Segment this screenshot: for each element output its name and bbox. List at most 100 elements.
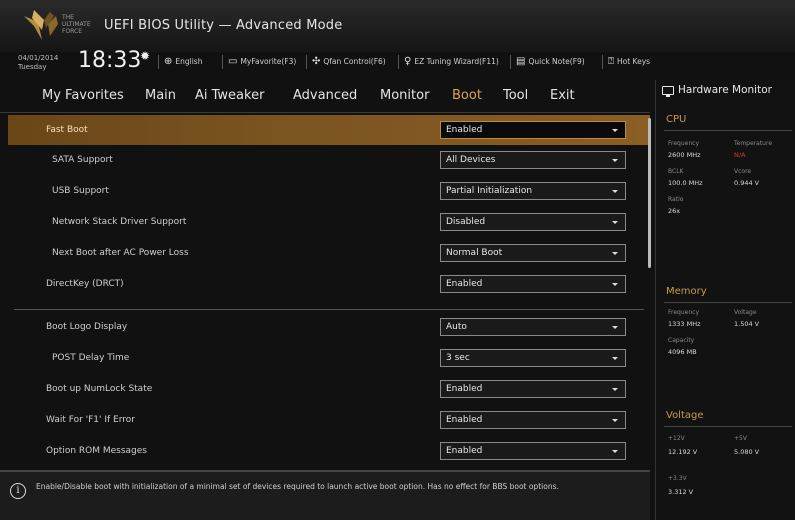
- menu-tabs: My Favorites Main Ai Tweaker Advanced Mo…: [8, 82, 648, 110]
- app-title: UEFI BIOS Utility — Advanced Mode: [104, 18, 343, 33]
- bclk-label: BCLK: [668, 168, 684, 175]
- setting-row-fast-boot[interactable]: Fast Boot Enabled: [8, 115, 650, 145]
- divider: [664, 426, 792, 427]
- setting-row-network-stack[interactable]: Network Stack Driver Support Disabled: [8, 207, 650, 237]
- setting-dropdown[interactable]: Partial Initialization: [440, 182, 626, 200]
- ez-tuning-wizard-button[interactable]: ♀ EZ Tuning Wizard(F11): [404, 56, 499, 67]
- globe-icon: ⊕: [164, 56, 173, 67]
- hardware-monitor-title: Hardware Monitor: [662, 84, 772, 97]
- chevron-down-icon: [612, 252, 618, 255]
- qfan-control-button[interactable]: ✣ Qfan Control(F6): [312, 56, 386, 67]
- cpu-heading: CPU: [666, 114, 687, 125]
- tab-ai-tweaker[interactable]: Ai Tweaker: [195, 88, 264, 103]
- status-toolbar: 04/01/2014 Tuesday 18:33 ✹ ⊕ English ▭ M…: [0, 48, 795, 76]
- v33-label: +3.3V: [668, 475, 687, 482]
- separator: [306, 55, 307, 69]
- setting-dropdown[interactable]: Enabled: [440, 121, 626, 139]
- setting-row-post-delay[interactable]: POST Delay Time 3 sec: [8, 343, 650, 373]
- title-bar: THE ULTIMATE FORCE UEFI BIOS Utility — A…: [0, 0, 795, 52]
- setting-label: USB Support: [52, 186, 109, 196]
- voltage-heading: Voltage: [666, 410, 704, 421]
- setting-label: Fast Boot: [46, 125, 88, 135]
- setting-dropdown[interactable]: Enabled: [440, 275, 626, 293]
- language-button[interactable]: ⊕ English: [164, 56, 202, 67]
- ratio-value: 26x: [668, 207, 681, 215]
- setting-dropdown[interactable]: Auto: [440, 318, 626, 336]
- cpu-frequency-label: Frequency: [668, 140, 699, 147]
- note-icon: ▤: [516, 56, 526, 67]
- setting-dropdown[interactable]: Enabled: [440, 411, 626, 429]
- favorites-icon: ▭: [228, 56, 238, 67]
- setting-row-numlock[interactable]: Boot up NumLock State Enabled: [8, 374, 650, 404]
- setting-label: SATA Support: [52, 155, 113, 165]
- scrollbar[interactable]: [648, 118, 651, 268]
- chevron-down-icon: [612, 159, 618, 162]
- setting-row-next-boot-ac[interactable]: Next Boot after AC Power Loss Normal Boo…: [8, 238, 650, 268]
- setting-dropdown[interactable]: 3 sec: [440, 349, 626, 367]
- hot-keys-button[interactable]: ⍰ Hot Keys: [608, 56, 650, 67]
- cpu-temperature-value: N/A: [734, 151, 746, 159]
- settings-list: Fast Boot Enabled SATA Support All Devic…: [8, 115, 650, 467]
- capacity-value: 4096 MB: [668, 348, 697, 356]
- info-icon: i: [10, 483, 26, 499]
- setting-dropdown[interactable]: Disabled: [440, 213, 626, 231]
- setting-label: Option ROM Messages: [46, 446, 147, 456]
- cpu-frequency-value: 2600 MHz: [668, 151, 701, 159]
- v12-label: +12V: [668, 435, 685, 442]
- bclk-value: 100.0 MHz: [668, 179, 703, 187]
- setting-row-sata-support[interactable]: SATA Support All Devices: [8, 145, 650, 175]
- brand-text: THE ULTIMATE FORCE: [62, 14, 91, 35]
- cpu-temperature-label: Temperature: [734, 140, 773, 147]
- setting-row-option-rom[interactable]: Option ROM Messages Enabled: [8, 436, 650, 466]
- help-text: Enable/Disable boot with initialization …: [36, 482, 559, 491]
- chevron-down-icon: [612, 419, 618, 422]
- memory-heading: Memory: [666, 286, 707, 297]
- chevron-down-icon: [612, 129, 618, 132]
- setting-dropdown[interactable]: Enabled: [440, 380, 626, 398]
- setting-row-wait-f1[interactable]: Wait For 'F1' If Error Enabled: [8, 405, 650, 435]
- setting-label: Network Stack Driver Support: [52, 217, 187, 227]
- chevron-down-icon: [612, 283, 618, 286]
- divider: [14, 309, 644, 310]
- tab-monitor[interactable]: Monitor: [380, 88, 429, 103]
- bulb-icon: ♀: [404, 56, 412, 67]
- v33-value: 3.312 V: [668, 488, 694, 496]
- setting-dropdown[interactable]: All Devices: [440, 151, 626, 169]
- v5-label: +5V: [734, 435, 747, 442]
- divider: [664, 130, 792, 131]
- chevron-down-icon: [612, 190, 618, 193]
- vcore-label: Vcore: [734, 168, 752, 175]
- tab-exit[interactable]: Exit: [550, 88, 575, 103]
- fan-icon: ✣: [312, 56, 321, 67]
- tab-main[interactable]: Main: [145, 88, 176, 103]
- tab-my-favorites[interactable]: My Favorites: [42, 88, 124, 103]
- setting-row-directkey[interactable]: DirectKey (DRCT) Enabled: [8, 269, 650, 299]
- setting-label: DirectKey (DRCT): [46, 279, 124, 289]
- chevron-down-icon: [612, 388, 618, 391]
- setting-label: POST Delay Time: [52, 353, 130, 363]
- monitor-icon: [662, 85, 674, 97]
- setting-label: Boot up NumLock State: [46, 384, 153, 394]
- date-display: 04/01/2014 Tuesday: [18, 54, 59, 71]
- memory-voltage-value: 1.504 V: [734, 320, 760, 328]
- hardware-monitor-panel: Hardware Monitor CPU Frequency Temperatu…: [655, 80, 795, 520]
- setting-row-usb-support[interactable]: USB Support Partial Initialization: [8, 176, 650, 206]
- setting-label: Wait For 'F1' If Error: [46, 415, 135, 425]
- tab-advanced[interactable]: Advanced: [293, 88, 357, 103]
- clock[interactable]: 18:33: [78, 48, 141, 73]
- separator: [602, 55, 603, 69]
- separator: [398, 55, 399, 69]
- divider: [664, 302, 792, 303]
- setting-dropdown[interactable]: Enabled: [440, 442, 626, 460]
- chevron-down-icon: [612, 221, 618, 224]
- quick-note-button[interactable]: ▤ Quick Note(F9): [516, 56, 585, 67]
- separator: [158, 55, 159, 69]
- setting-row-boot-logo[interactable]: Boot Logo Display Auto: [8, 312, 650, 342]
- myfavorite-button[interactable]: ▭ MyFavorite(F3): [228, 56, 296, 67]
- gear-icon[interactable]: ✹: [140, 49, 150, 63]
- tab-tool[interactable]: Tool: [503, 88, 528, 103]
- v5-value: 5.080 V: [734, 448, 760, 456]
- tab-boot[interactable]: Boot: [452, 88, 482, 103]
- setting-dropdown[interactable]: Normal Boot: [440, 244, 626, 262]
- separator: [510, 55, 511, 69]
